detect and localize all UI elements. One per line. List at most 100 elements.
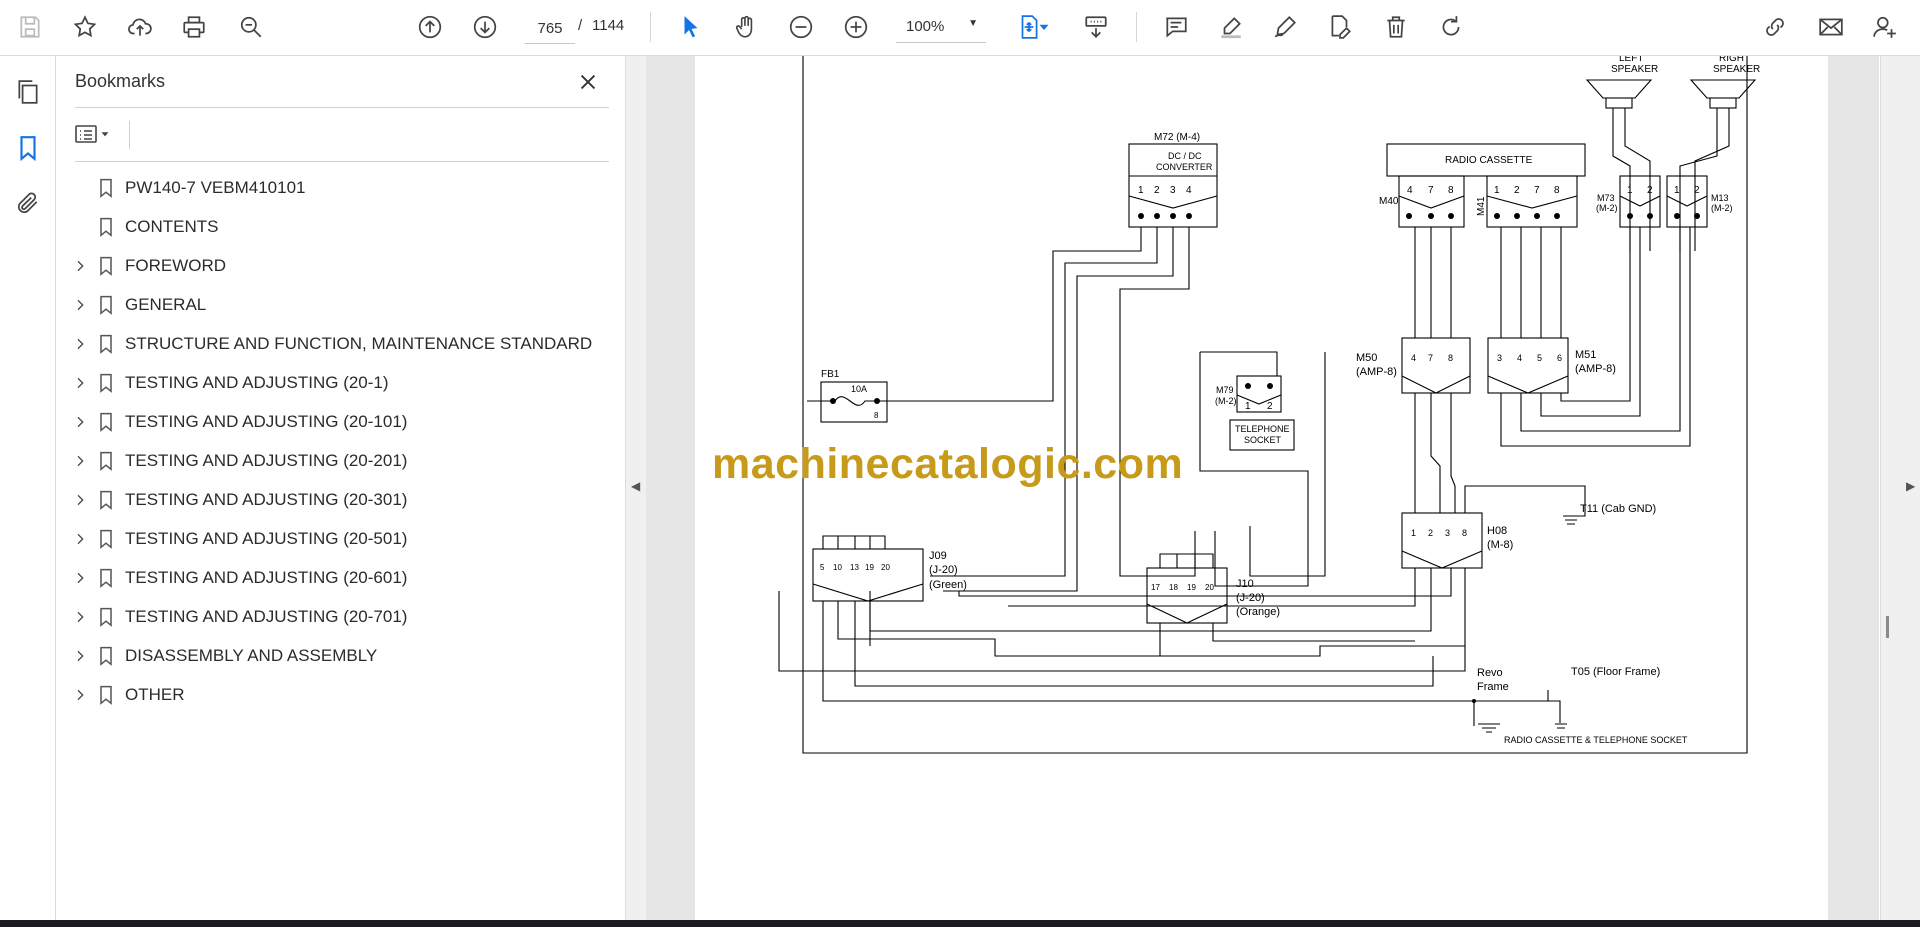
fb1-label: FB1	[821, 369, 840, 380]
upload-cloud-icon[interactable]	[121, 8, 159, 46]
bookmark-item[interactable]: STRUCTURE AND FUNCTION, MAINTENANCE STAN…	[56, 328, 625, 360]
print-icon[interactable]	[175, 8, 213, 46]
toolbar-divider	[650, 12, 651, 42]
chevron-right-icon[interactable]	[72, 531, 88, 547]
previous-page-icon[interactable]	[411, 8, 449, 46]
zoom-search-icon[interactable]	[232, 8, 270, 46]
diagram-caption: RADIO CASSETTE & TELEPHONE SOCKET	[1504, 735, 1688, 745]
chevron-right-icon[interactable]	[72, 570, 88, 586]
zoom-in-icon[interactable]	[837, 8, 875, 46]
page-thumbnails-icon[interactable]	[12, 76, 44, 108]
add-user-icon[interactable]	[1866, 8, 1904, 46]
bookmark-item[interactable]: TESTING AND ADJUSTING (20-701)	[56, 601, 625, 633]
bookmark-item[interactable]: FOREWORD	[56, 250, 625, 282]
j09-label-2: (J-20)	[929, 564, 958, 576]
m13-connector	[1666, 175, 1708, 228]
bookmark-icon	[96, 217, 116, 237]
fuse-rating: 10A	[851, 384, 867, 394]
draw-sign-icon[interactable]	[1266, 8, 1304, 46]
bookmark-label: DISASSEMBLY AND ASSEMBLY	[125, 646, 378, 665]
bookmark-item[interactable]: TESTING AND ADJUSTING (20-1)	[56, 367, 625, 399]
bookmark-item[interactable]: TESTING AND ADJUSTING (20-101)	[56, 406, 625, 438]
chevron-right-icon[interactable]	[72, 492, 88, 508]
zoom-select[interactable]: 100% ▼	[896, 12, 986, 43]
caret-right-icon[interactable]: ▶	[1906, 479, 1915, 493]
m13-label-2: (M-2)	[1711, 203, 1733, 213]
chevron-right-icon[interactable]	[72, 414, 88, 430]
bookmark-label: CONTENTS	[125, 217, 219, 236]
chevron-right-icon[interactable]	[72, 453, 88, 469]
next-page-icon[interactable]	[466, 8, 504, 46]
left-speaker	[1585, 79, 1653, 99]
m79-pin: 2	[1267, 401, 1273, 412]
dcdc-label-1: DC / DC	[1168, 151, 1202, 161]
m41-pin: 1	[1494, 185, 1500, 196]
m73-connector	[1619, 175, 1661, 228]
bookmark-icon	[96, 568, 116, 588]
collapse-left-panel-button[interactable]: ◀	[626, 56, 646, 922]
j09-label-1: J09	[929, 550, 947, 562]
watermark-text: machinecatalogic.com	[712, 440, 1184, 488]
bookmark-icon	[96, 334, 116, 354]
bookmark-item[interactable]: DISASSEMBLY AND ASSEMBLY	[56, 640, 625, 672]
select-cursor-icon[interactable]	[672, 8, 710, 46]
m13-label-1: M13	[1711, 193, 1729, 203]
fuse-pin: 8	[874, 411, 879, 420]
h08-pin: 8	[1462, 528, 1467, 538]
bookmark-icon	[96, 646, 116, 666]
rotate-icon[interactable]	[1432, 8, 1470, 46]
bookmark-panel-icon[interactable]	[12, 132, 44, 164]
edit-text-icon[interactable]	[1321, 8, 1359, 46]
scroll-mode-icon[interactable]	[1077, 8, 1115, 46]
bookmark-item[interactable]: TESTING AND ADJUSTING (20-301)	[56, 484, 625, 516]
bookmark-label: TESTING AND ADJUSTING (20-701)	[125, 607, 408, 626]
hand-tool-icon[interactable]	[727, 8, 765, 46]
comment-icon[interactable]	[1157, 8, 1195, 46]
pdf-page[interactable]: LEFT SPEAKER RIGHT SPEAKER M72 (M-4) DC …	[695, 56, 1828, 922]
bookmark-item[interactable]: GENERAL	[56, 289, 625, 321]
j09-pin: 5	[820, 563, 825, 572]
toolbar-divider	[1136, 12, 1137, 42]
chevron-right-icon[interactable]	[72, 648, 88, 664]
delete-icon[interactable]	[1377, 8, 1415, 46]
chevron-right-icon[interactable]	[72, 375, 88, 391]
bookmark-label: GENERAL	[125, 295, 207, 314]
m51-label-1: M51	[1575, 349, 1596, 361]
bookmark-item[interactable]: TESTING AND ADJUSTING (20-501)	[56, 523, 625, 555]
star-icon[interactable]	[66, 8, 104, 46]
chevron-right-icon[interactable]	[72, 297, 88, 313]
zoom-out-icon[interactable]	[782, 8, 820, 46]
right-speaker-label-2: SPEAKER	[1713, 64, 1760, 75]
current-page-input[interactable]	[525, 13, 575, 44]
chevron-right-icon[interactable]	[72, 336, 88, 352]
fit-options-chevron-icon[interactable]	[1035, 8, 1053, 46]
highlight-pen-icon[interactable]	[1212, 8, 1250, 46]
list-options-icon	[75, 125, 97, 143]
chevron-right-icon[interactable]	[72, 687, 88, 703]
chevron-right-icon[interactable]	[72, 258, 88, 274]
left-rail	[0, 56, 56, 922]
bookmark-item[interactable]: TESTING AND ADJUSTING (20-201)	[56, 445, 625, 477]
close-icon[interactable]	[574, 68, 602, 96]
attachment-icon[interactable]	[12, 187, 44, 219]
m40-label: M40	[1379, 196, 1399, 207]
radio-cassette-label: RADIO CASSETTE	[1445, 155, 1533, 166]
j10-pin: 18	[1169, 583, 1178, 592]
share-link-icon[interactable]	[1756, 8, 1794, 46]
t05-label: T05 (Floor Frame)	[1571, 666, 1660, 678]
bookmark-item[interactable]: CONTENTS	[56, 211, 625, 243]
save-icon[interactable]	[11, 8, 49, 46]
m51-label-2: (AMP-8)	[1575, 363, 1616, 375]
bookmark-item[interactable]: TESTING AND ADJUSTING (20-601)	[56, 562, 625, 594]
bookmark-icon	[96, 178, 116, 198]
scrollbar-thumb[interactable]	[1886, 616, 1889, 638]
main-toolbar: / 1144 100% ▼	[0, 0, 1920, 56]
m41-pin: 2	[1514, 185, 1520, 196]
email-icon[interactable]	[1812, 8, 1850, 46]
bookmark-item[interactable]: OTHER	[56, 679, 625, 711]
bookmark-options-button[interactable]	[74, 119, 124, 149]
chevron-right-icon[interactable]	[72, 609, 88, 625]
bookmarks-panel: Bookmarks PW140-7 VEBM410101 CONTENTS FORE…	[56, 56, 626, 922]
m41-label: M41	[1476, 196, 1487, 216]
bookmark-item[interactable]: PW140-7 VEBM410101	[56, 172, 625, 204]
